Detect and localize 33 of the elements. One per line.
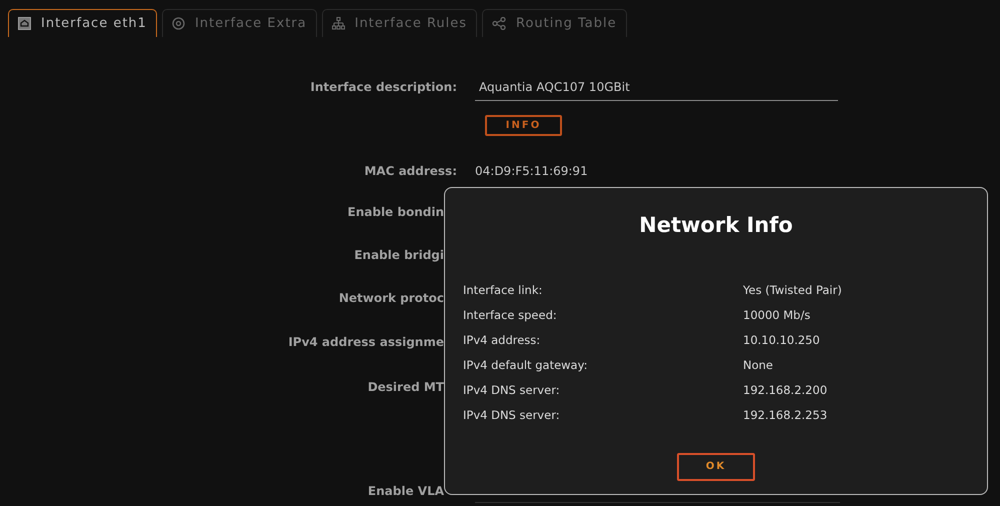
tab[interactable]: Interface eth1 xyxy=(8,9,157,37)
dialog-title: Network Info xyxy=(639,212,793,239)
info-label: Interface speed: xyxy=(463,306,558,324)
info-label: IPv4 default gateway: xyxy=(463,356,588,374)
mac-value: 04:D9:F5:11:69:91 xyxy=(475,163,588,180)
field-label: Enable bridgi xyxy=(354,247,444,264)
description-field[interactable]: Aquantia AQC107 10GBit xyxy=(475,73,838,101)
screen-icon xyxy=(18,17,31,30)
info-label: IPv4 DNS server: xyxy=(463,406,561,424)
ok-button[interactable]: OK xyxy=(677,452,755,480)
field-label: MAC address: xyxy=(363,163,457,180)
info-value: None xyxy=(743,356,774,374)
field-label: Network protoc xyxy=(338,290,444,307)
tab[interactable]: Interface Extra xyxy=(162,9,317,37)
share-icon xyxy=(492,17,506,30)
field-label: IPv4 address assignme xyxy=(288,334,444,351)
info-button[interactable]: INFO xyxy=(485,115,562,136)
field-label: Enable bondin xyxy=(348,204,444,221)
info-value: 10.10.10.250 xyxy=(743,332,820,349)
info-value: Yes (Twisted Pair) xyxy=(743,282,842,299)
tab[interactable]: Interface Rules xyxy=(322,9,478,37)
info-label: IPv4 DNS server: xyxy=(463,382,561,399)
target-icon xyxy=(172,17,185,30)
info-label: Interface link: xyxy=(463,282,544,299)
info-value: 192.168.2.200 xyxy=(743,382,828,399)
info-label: IPv4 address: xyxy=(463,332,542,349)
hierarchy-icon xyxy=(332,17,345,30)
info-value: 192.168.2.253 xyxy=(743,406,828,424)
field-label: Enable VLA xyxy=(368,483,444,500)
field-label: Desired MT xyxy=(368,379,444,396)
tab[interactable]: Routing Table xyxy=(482,9,627,37)
info-value: 10000 Mb/s xyxy=(743,306,810,324)
field-label: Interface description: xyxy=(309,79,457,96)
